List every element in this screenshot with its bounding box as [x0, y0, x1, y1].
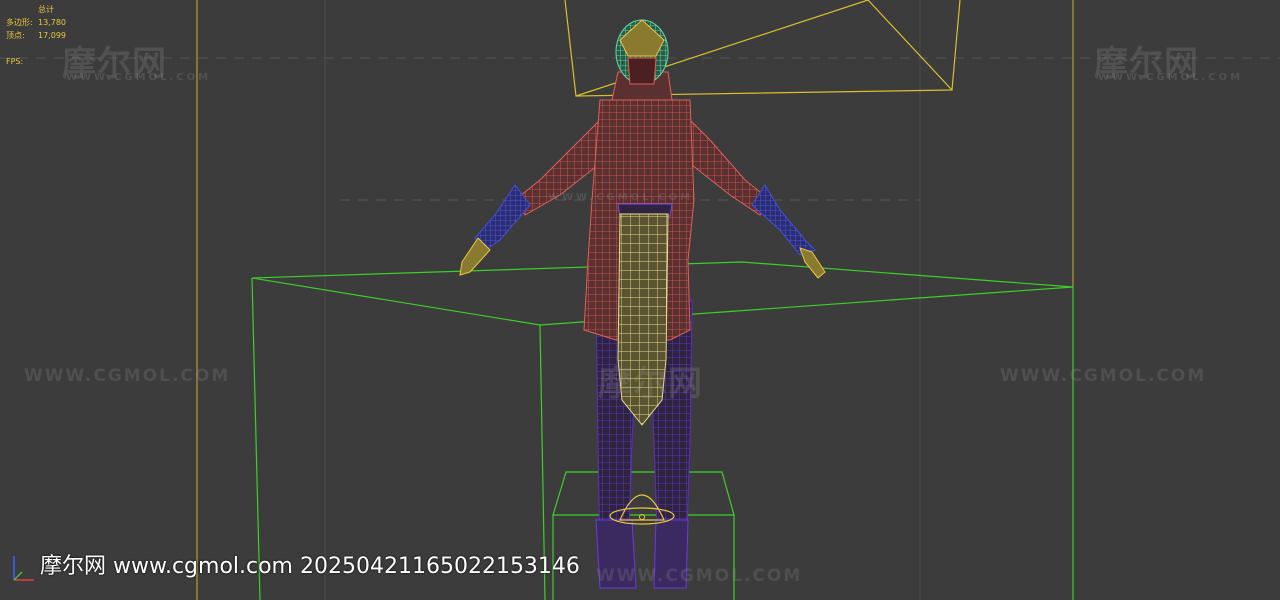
watermark-url: WWW.CGMOL.COM	[1098, 72, 1244, 83]
watermark-url: WWW.CGMOL.COM	[66, 72, 212, 83]
character-wireframe[interactable]	[459, 19, 826, 589]
polygons-value: 13,780	[38, 18, 66, 27]
vertex-count-row: 顶点: 17,099	[6, 29, 66, 42]
polygons-label: 多边形:	[6, 18, 33, 27]
polygon-count-row: 多边形: 13,780	[6, 16, 66, 29]
axis-gizmo-icon[interactable]	[8, 552, 40, 586]
image-caption: 摩尔网 www.cgmol.com 20250421165022153146	[40, 554, 580, 579]
watermark-url: WWW.CGMOL.COM	[596, 566, 803, 586]
viewport-scene[interactable]	[0, 0, 1280, 600]
watermark-url: WWW.CGMOL.COM	[548, 192, 694, 203]
watermark-url: WWW.CGMOL.COM	[1000, 366, 1207, 386]
watermark-url: WWW.CGMOL.COM	[24, 366, 231, 386]
watermark-logo: 摩尔网	[598, 364, 703, 404]
fps-label: FPS:	[6, 57, 24, 66]
3d-viewport[interactable]: 摩尔网 WWW.CGMOL.COM 摩尔网 WWW.CGMOL.COM WWW.…	[0, 0, 1280, 600]
viewport-statistics: 总计 多边形: 13,780 顶点: 17,099	[6, 3, 66, 42]
vertices-label: 顶点:	[6, 31, 25, 40]
stats-header: 总计	[38, 5, 54, 14]
vertices-value: 17,099	[38, 31, 66, 40]
